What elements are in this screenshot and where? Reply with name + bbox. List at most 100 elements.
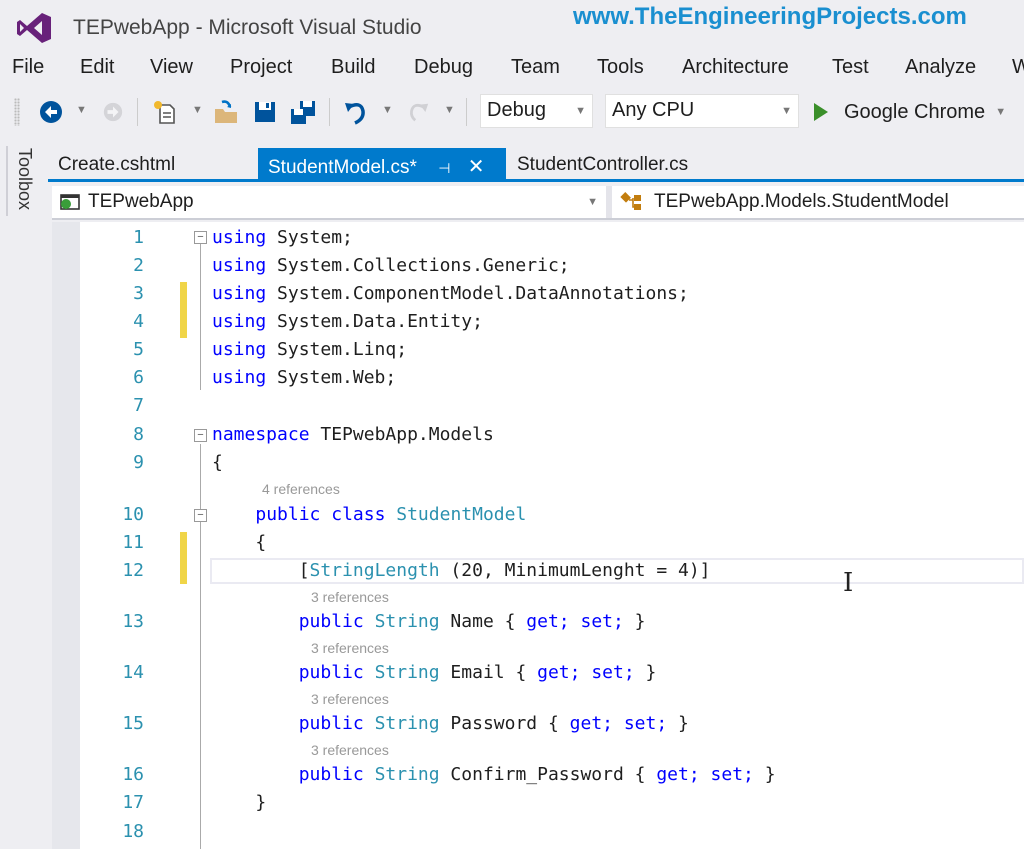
- menu-project[interactable]: Project: [230, 56, 292, 79]
- code-line[interactable]: 16 public String Confirm_Password { get;…: [52, 761, 1024, 789]
- chevron-down-icon[interactable]: ▼: [995, 106, 1006, 118]
- navigation-bar: TEPwebApp ▼ TEPwebApp.Models.StudentMode…: [52, 186, 1024, 220]
- codelens-references[interactable]: 3 references: [311, 742, 389, 758]
- solution-configuration-select[interactable]: Debug ▼: [480, 94, 593, 128]
- menu-architecture[interactable]: Architecture: [682, 56, 789, 79]
- code-text: public String Confirm_Password { get; se…: [298, 764, 776, 785]
- chevron-down-icon: ▼: [575, 105, 586, 117]
- glyph-margin: [52, 222, 80, 849]
- project-icon: [60, 194, 80, 210]
- code-line[interactable]: 9{: [52, 449, 1024, 477]
- code-line[interactable]: 13 public String Name { get; set; }: [52, 608, 1024, 636]
- code-text: using System.Linq;: [212, 339, 408, 360]
- type-name: TEPwebApp.Models.StudentModel: [654, 191, 949, 212]
- tab-studentcontroller-cs[interactable]: StudentController.cs: [507, 148, 698, 179]
- code-editor[interactable]: − − − 4 references 3 references 3 refere…: [52, 222, 1024, 849]
- forward-icon[interactable]: [100, 98, 126, 126]
- window-title: TEPwebApp - Microsoft Visual Studio: [73, 16, 422, 39]
- code-line[interactable]: 7: [52, 392, 1024, 420]
- toolbox-strip: [0, 140, 48, 849]
- code-line[interactable]: 5 using System.Linq;: [52, 336, 1024, 364]
- undo-icon[interactable]: [342, 98, 370, 126]
- save-all-icon[interactable]: [288, 98, 318, 126]
- code-text: public String Name { get; set; }: [298, 611, 646, 632]
- code-text: }: [212, 792, 267, 813]
- tab-label: StudentController.cs: [517, 154, 689, 175]
- title-bar: TEPwebApp - Microsoft Visual Studio www.…: [0, 0, 1024, 52]
- code-text: using System.Collections.Generic;: [212, 255, 570, 276]
- tab-label: Create.cshtml: [58, 154, 176, 175]
- code-line[interactable]: 11 {: [52, 529, 1024, 557]
- code-line[interactable]: 3 using System.ComponentModel.DataAnnotat…: [52, 280, 1024, 308]
- redo-dropdown-icon[interactable]: ▼: [444, 104, 455, 116]
- code-text: using System.Data.Entity;: [212, 311, 483, 332]
- text-cursor-icon: I: [843, 568, 854, 598]
- code-line[interactable]: 4 using System.Data.Entity;: [52, 308, 1024, 336]
- toolbar-separator: [466, 98, 467, 126]
- code-text: public String Email { get; set; }: [298, 662, 657, 683]
- navbar-divider: [606, 186, 612, 218]
- platform-value: Any CPU: [612, 99, 695, 121]
- configuration-value: Debug: [487, 99, 546, 121]
- watermark: www.TheEngineeringProjects.com: [573, 3, 967, 30]
- standard-toolbar: ▼ ▼ ▼ ▼ Debug ▼ Any CPU ▼ Google Chrome …: [0, 92, 1024, 132]
- menu-edit[interactable]: Edit: [80, 56, 114, 79]
- close-icon[interactable]: ✕: [468, 156, 485, 178]
- menu-debug[interactable]: Debug: [414, 56, 473, 79]
- back-dropdown-icon[interactable]: ▼: [76, 104, 87, 116]
- menu-window[interactable]: W: [1012, 56, 1024, 79]
- menu-view[interactable]: View: [150, 56, 193, 79]
- menu-file[interactable]: File: [12, 56, 44, 79]
- code-text: public class StudentModel: [255, 504, 527, 525]
- code-line[interactable]: 8 namespace TEPwebApp.Models: [52, 421, 1024, 449]
- menu-analyze[interactable]: Analyze: [905, 56, 976, 79]
- code-text: {: [212, 452, 223, 473]
- code-line[interactable]: 12 [StringLength (20, MinimumLenght = 4)…: [52, 557, 1024, 585]
- undo-dropdown-icon[interactable]: ▼: [382, 104, 393, 116]
- code-line[interactable]: 17 }: [52, 789, 1024, 817]
- visual-studio-logo-icon: [17, 13, 51, 43]
- document-tabs: Create.cshtml StudentModel.cs* ⊣ ✕ Stude…: [48, 148, 1024, 182]
- codelens-references[interactable]: 3 references: [311, 589, 389, 605]
- code-line[interactable]: 14 public String Email { get; set; }: [52, 659, 1024, 687]
- solution-platform-select[interactable]: Any CPU ▼: [605, 94, 799, 128]
- pin-icon[interactable]: ⊣: [438, 160, 450, 176]
- code-line[interactable]: 15 public String Password { get; set; }: [52, 710, 1024, 738]
- code-line[interactable]: 18: [52, 818, 1024, 846]
- toolbar-grip[interactable]: [14, 98, 20, 126]
- back-icon[interactable]: [38, 98, 64, 126]
- redo-icon[interactable]: [404, 98, 432, 126]
- tab-create-cshtml[interactable]: Create.cshtml: [48, 148, 185, 179]
- open-file-icon[interactable]: [212, 98, 242, 126]
- start-debugging-button[interactable]: Google Chrome ▼: [814, 98, 1006, 126]
- codelens-references[interactable]: 3 references: [311, 691, 389, 707]
- toolbox-tab[interactable]: Toolbox: [14, 148, 35, 210]
- project-dropdown[interactable]: TEPwebApp ▼: [52, 186, 606, 218]
- type-dropdown[interactable]: TEPwebApp.Models.StudentModel: [614, 186, 955, 218]
- toolbar-separator: [137, 98, 138, 126]
- codelens-references[interactable]: 3 references: [311, 640, 389, 656]
- menu-team[interactable]: Team: [511, 56, 560, 79]
- class-icon: [620, 192, 641, 210]
- code-text: using System.Web;: [212, 367, 397, 388]
- code-text: using System;: [212, 227, 353, 248]
- chevron-down-icon: ▼: [587, 196, 598, 208]
- menu-build[interactable]: Build: [331, 56, 375, 79]
- code-line[interactable]: 2 using System.Collections.Generic;: [52, 252, 1024, 280]
- tab-studentmodel-cs[interactable]: StudentModel.cs* ⊣ ✕: [258, 148, 506, 179]
- save-icon[interactable]: [252, 98, 278, 126]
- code-line[interactable]: 6 using System.Web;: [52, 364, 1024, 392]
- menu-tools[interactable]: Tools: [597, 56, 644, 79]
- new-project-dropdown-icon[interactable]: ▼: [192, 104, 203, 116]
- code-text: {: [212, 532, 267, 553]
- code-text: [StringLength (20, MinimumLenght = 4)]: [212, 560, 711, 581]
- menu-test[interactable]: Test: [832, 56, 869, 79]
- codelens-references[interactable]: 4 references: [262, 481, 340, 497]
- project-name: TEPwebApp: [88, 191, 194, 212]
- code-line[interactable]: 1 using System;: [52, 224, 1024, 252]
- code-line[interactable]: 10 public class StudentModel: [52, 501, 1024, 529]
- code-text: namespace TEPwebApp.Models: [212, 424, 494, 445]
- tab-label: StudentModel.cs*: [268, 157, 417, 178]
- new-project-icon[interactable]: [150, 98, 180, 126]
- run-target-label: Google Chrome: [844, 100, 986, 123]
